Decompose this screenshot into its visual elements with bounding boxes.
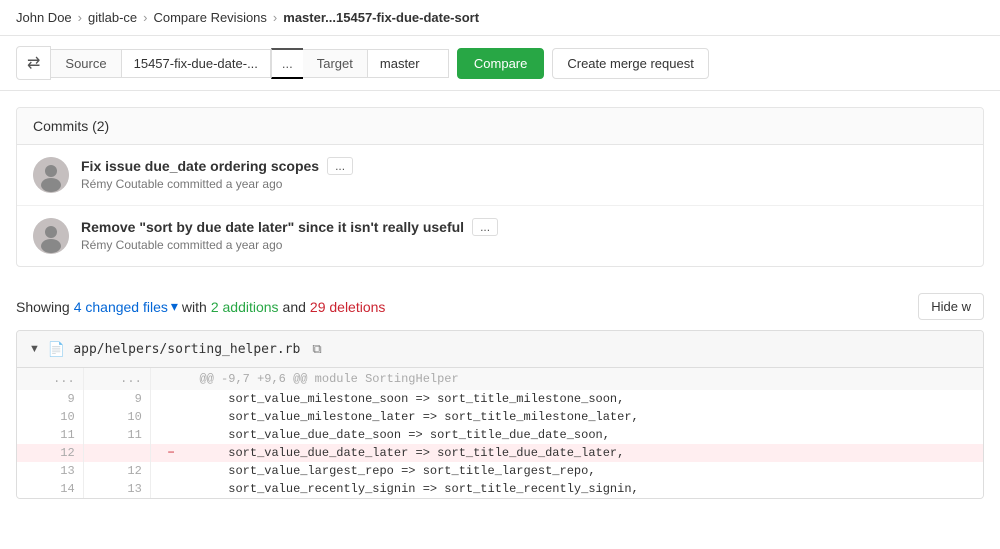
source-value: 15457-fix-due-date-... <box>122 50 270 77</box>
file-icon: 📄 <box>48 341 65 358</box>
commit-time: committed a year ago <box>167 238 282 252</box>
create-merge-request-button[interactable]: Create merge request <box>552 48 708 79</box>
diff-filename: app/helpers/sorting_helper.rb <box>73 342 300 357</box>
table-row: 1413 sort_value_recently_signin => sort_… <box>17 480 983 498</box>
commits-header: Commits (2) <box>17 108 983 145</box>
source-group: Source 15457-fix-due-date-... <box>51 49 271 78</box>
line-sign: − <box>150 444 191 462</box>
line-num-old: 14 <box>17 480 83 498</box>
with-label: with <box>182 299 207 315</box>
line-code: sort_value_due_date_later => sort_title_… <box>191 444 982 462</box>
commit-author: Rémy Coutable <box>81 238 164 252</box>
table-row: ...... @@ -9,7 +9,6 @@ module SortingHelp… <box>17 368 983 390</box>
table-row: 1111 sort_value_due_date_soon => sort_ti… <box>17 426 983 444</box>
line-num-old: 10 <box>17 408 83 426</box>
line-num-new: 11 <box>83 426 150 444</box>
hide-whitespace-button[interactable]: Hide w <box>918 293 984 320</box>
line-num-old: 13 <box>17 462 83 480</box>
table-row: 99 sort_value_milestone_soon => sort_tit… <box>17 390 983 408</box>
deletions-count: 29 deletions <box>310 299 386 315</box>
line-num-new: 12 <box>83 462 150 480</box>
commits-section: Commits (2) Fix issue due_date ordering … <box>16 107 984 267</box>
changed-files-count: 4 changed files <box>74 299 168 315</box>
ellipsis-button[interactable]: ... <box>271 48 303 79</box>
compare-button[interactable]: Compare <box>457 48 544 79</box>
commit-title: Fix issue due_date ordering scopes ... <box>81 157 967 175</box>
changed-files-link[interactable]: 4 changed files ▾ <box>74 298 178 315</box>
commit-time: committed a year ago <box>167 177 282 191</box>
changed-files-bar: Showing 4 changed files ▾ with 2 additio… <box>0 283 1000 330</box>
source-label: Source <box>51 50 121 77</box>
list-item: Fix issue due_date ordering scopes ... R… <box>17 145 983 206</box>
line-code: sort_value_largest_repo => sort_title_la… <box>191 462 982 480</box>
line-code: sort_value_milestone_later => sort_title… <box>191 408 982 426</box>
line-sign <box>150 390 191 408</box>
commit-info: Remove "sort by due date later" since it… <box>81 218 967 252</box>
breadcrumb: John Doe › gitlab-ce › Compare Revisions… <box>0 0 1000 36</box>
commit-dots-button[interactable]: ... <box>472 218 498 236</box>
chevron-down-icon: ▾ <box>171 298 178 315</box>
table-row: 1312 sort_value_largest_repo => sort_tit… <box>17 462 983 480</box>
swap-button[interactable]: ⇄ <box>16 46 51 80</box>
breadcrumb-project[interactable]: gitlab-ce <box>88 10 137 25</box>
avatar <box>33 218 69 254</box>
list-item: Remove "sort by due date later" since it… <box>17 206 983 266</box>
commit-dots-button[interactable]: ... <box>327 157 353 175</box>
line-num-new: 9 <box>83 390 150 408</box>
line-code: sort_value_milestone_soon => sort_title_… <box>191 390 982 408</box>
diff-section: ▼ 📄 app/helpers/sorting_helper.rb ⧉ ....… <box>16 330 984 499</box>
line-code: @@ -9,7 +9,6 @@ module SortingHelper <box>191 368 982 390</box>
line-sign <box>150 368 191 390</box>
commit-meta: Rémy Coutable committed a year ago <box>81 238 967 252</box>
commit-info: Fix issue due_date ordering scopes ... R… <box>81 157 967 191</box>
commit-message: Remove "sort by due date later" since it… <box>81 219 464 235</box>
toolbar: ⇄ Source 15457-fix-due-date-... ... Targ… <box>0 36 1000 91</box>
table-row: 1010 sort_value_milestone_later => sort_… <box>17 408 983 426</box>
showing-label: Showing <box>16 299 70 315</box>
diff-table: ...... @@ -9,7 +9,6 @@ module SortingHelp… <box>17 368 983 498</box>
breadcrumb-current: master...15457-fix-due-date-sort <box>283 10 479 25</box>
commit-title: Remove "sort by due date later" since it… <box>81 218 967 236</box>
diff-header: ▼ 📄 app/helpers/sorting_helper.rb ⧉ <box>17 331 983 368</box>
line-num-new: 10 <box>83 408 150 426</box>
line-num-new: 13 <box>83 480 150 498</box>
line-sign <box>150 480 191 498</box>
line-num-old: ... <box>17 368 83 390</box>
breadcrumb-user[interactable]: John Doe <box>16 10 72 25</box>
collapse-icon[interactable]: ▼ <box>29 343 40 355</box>
line-sign <box>150 408 191 426</box>
target-value: master <box>368 50 448 77</box>
line-num-old: 9 <box>17 390 83 408</box>
and-label: and <box>283 299 306 315</box>
additions-count: 2 additions <box>211 299 279 315</box>
avatar <box>33 157 69 193</box>
breadcrumb-page[interactable]: Compare Revisions <box>153 10 266 25</box>
line-sign <box>150 462 191 480</box>
commit-author: Rémy Coutable <box>81 177 164 191</box>
commit-meta: Rémy Coutable committed a year ago <box>81 177 967 191</box>
line-code: sort_value_due_date_soon => sort_title_d… <box>191 426 982 444</box>
target-group: Target master <box>303 49 449 78</box>
line-sign <box>150 426 191 444</box>
line-num-old: 11 <box>17 426 83 444</box>
line-num-old: 12 <box>17 444 83 462</box>
copy-path-button[interactable]: ⧉ <box>308 339 325 359</box>
commit-message: Fix issue due_date ordering scopes <box>81 158 319 174</box>
target-label: Target <box>303 50 368 77</box>
table-row: 12 − sort_value_due_date_later => sort_ti… <box>17 444 983 462</box>
line-num-new <box>83 444 150 462</box>
line-num-new: ... <box>83 368 150 390</box>
line-code: sort_value_recently_signin => sort_title… <box>191 480 982 498</box>
